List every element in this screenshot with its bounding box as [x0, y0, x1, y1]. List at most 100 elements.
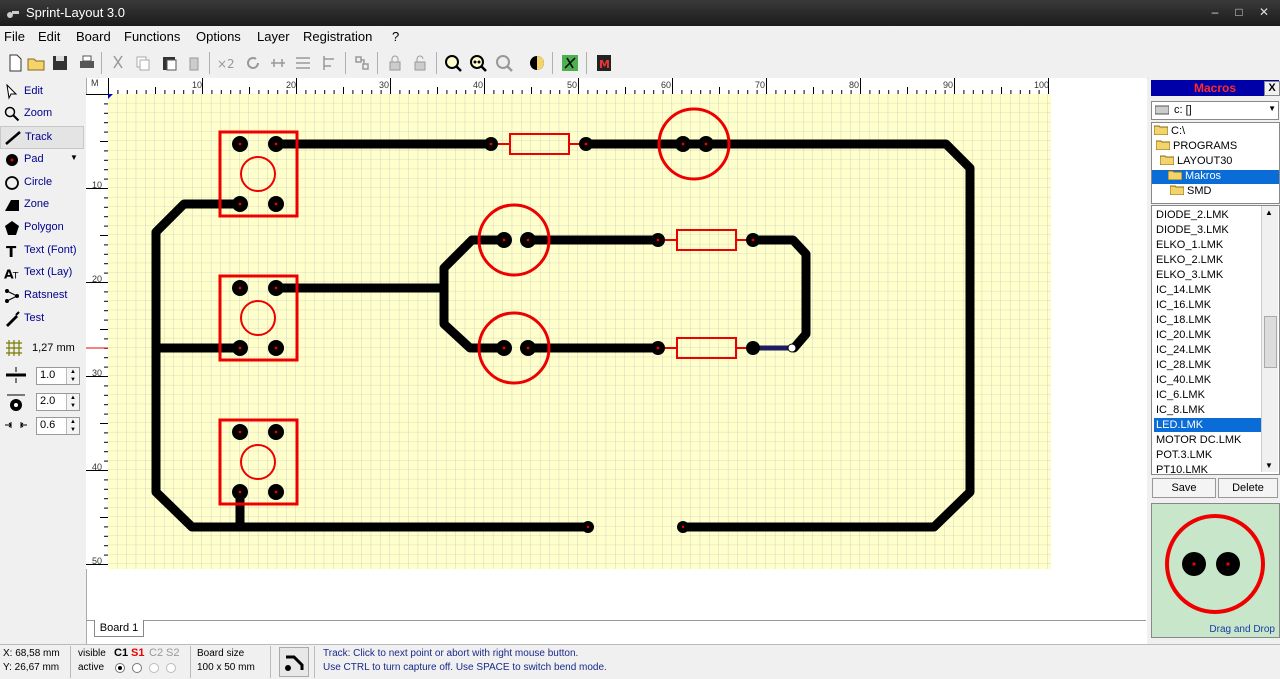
tool-ratsnest[interactable]: Ratsnest — [0, 285, 82, 306]
tool-edit[interactable]: Edit — [0, 81, 82, 102]
pad-size-spinner[interactable]: 2.0 ▲ ▼ — [36, 393, 80, 411]
grid-size-label[interactable]: 1,27 mm — [32, 342, 75, 354]
pad-dropdown-icon[interactable]: ▼ — [70, 153, 78, 162]
layer-c2-toggle[interactable]: C2 — [149, 647, 163, 659]
menu-board[interactable]: Board — [76, 29, 111, 44]
tool-text-font[interactable]: T Text (Font) — [0, 240, 82, 261]
tool-zone[interactable]: Zone — [0, 194, 82, 215]
group-icon[interactable] — [352, 53, 372, 73]
macro-file-item[interactable]: IC_16.LMK — [1154, 298, 1261, 312]
macro-file-item[interactable]: IC_24.LMK — [1154, 343, 1261, 357]
macro-file-item[interactable]: IC_40.LMK — [1154, 373, 1261, 387]
cut-icon[interactable] — [108, 53, 128, 73]
tool-track[interactable]: Track — [0, 126, 84, 149]
lock-icon[interactable] — [385, 53, 405, 73]
track-mode-button[interactable] — [279, 647, 309, 677]
tool-polygon[interactable]: Polygon — [0, 217, 82, 238]
drc-check-icon[interactable] — [560, 53, 580, 73]
folder-item[interactable]: SMD — [1170, 185, 1211, 199]
folder-item[interactable]: LAYOUT30 — [1160, 155, 1232, 169]
layer-view-icon[interactable] — [527, 53, 547, 73]
folder-item[interactable]: PROGRAMS — [1156, 140, 1237, 154]
tool-test[interactable]: Test — [0, 308, 82, 329]
drive-select[interactable]: c: [] ▼ — [1151, 101, 1279, 120]
pcb-board[interactable] — [108, 94, 1051, 569]
maximize-icon[interactable]: □ — [1228, 4, 1250, 20]
delete-macro-button[interactable]: Delete — [1218, 478, 1278, 498]
layer-s2-toggle[interactable]: S2 — [166, 647, 179, 659]
scroll-up-icon[interactable]: ▲ — [1265, 208, 1273, 217]
spinner-arrows-icon[interactable]: ▲ ▼ — [66, 368, 79, 384]
scroll-down-icon[interactable]: ▼ — [1265, 461, 1273, 470]
layer-s1-toggle[interactable]: S1 — [131, 647, 144, 659]
pcb-drawing[interactable] — [108, 94, 1051, 569]
mirror-vertical-icon[interactable] — [293, 53, 313, 73]
canvas-bottom-divider — [86, 620, 1146, 621]
macro-file-item[interactable]: DIODE_3.LMK — [1154, 223, 1261, 237]
menu-file[interactable]: File — [4, 29, 25, 44]
save-macro-button[interactable]: Save — [1152, 478, 1216, 498]
open-folder-icon[interactable] — [26, 53, 46, 73]
menu-layer[interactable]: Layer — [257, 29, 290, 44]
scroll-thumb[interactable] — [1264, 316, 1277, 368]
menu-edit[interactable]: Edit — [38, 29, 60, 44]
macro-file-item[interactable]: IC_18.LMK — [1154, 313, 1261, 327]
macro-preview[interactable]: Drag and Drop — [1151, 503, 1280, 638]
menu-options[interactable]: Options — [196, 29, 241, 44]
tool-text-lay[interactable]: AT Text (Lay) — [0, 262, 82, 283]
dropdown-arrow-icon[interactable]: ▼ — [1268, 104, 1276, 113]
file-list-scrollbar[interactable]: ▲ ▼ — [1261, 206, 1278, 472]
paste-icon[interactable] — [159, 53, 179, 73]
grid-icon[interactable] — [5, 339, 23, 357]
macro-file-item[interactable]: ELKO_1.LMK — [1154, 238, 1261, 252]
spinner-arrows-icon[interactable]: ▲ ▼ — [66, 394, 79, 410]
zoom-previous-icon[interactable] — [494, 53, 514, 73]
tool-pad[interactable]: Pad ▼ — [0, 149, 82, 170]
menu-bar: File Edit Board Functions Options Layer … — [0, 26, 1280, 48]
macro-library-icon[interactable]: M — [594, 53, 614, 73]
layer-c1-toggle[interactable]: C1 — [114, 647, 128, 659]
macro-file-item[interactable]: PT10.LMK — [1154, 463, 1261, 474]
close-icon[interactable]: ✕ — [1253, 4, 1275, 20]
copy-icon[interactable] — [133, 53, 153, 73]
folder-item-selected[interactable]: Makros — [1152, 170, 1279, 184]
macro-file-item[interactable]: IC_28.LMK — [1154, 358, 1261, 372]
macro-file-item[interactable]: IC_8.LMK — [1154, 403, 1261, 417]
minimize-icon[interactable]: – — [1204, 4, 1226, 20]
rotate-icon[interactable] — [243, 53, 263, 73]
print-icon[interactable] — [77, 53, 97, 73]
macro-file-item[interactable]: DIODE_2.LMK — [1154, 208, 1261, 222]
menu-functions[interactable]: Functions — [124, 29, 180, 44]
board-tab[interactable]: Board 1 — [94, 620, 144, 637]
macro-file-item[interactable]: MOTOR DC.LMK — [1154, 433, 1261, 447]
align-icon[interactable] — [320, 53, 340, 73]
new-file-icon[interactable] — [5, 53, 25, 73]
clearance-spinner[interactable]: 0.6 ▲ ▼ — [36, 417, 80, 435]
folder-item[interactable]: C:\ — [1154, 125, 1185, 139]
macro-file-item[interactable]: IC_6.LMK — [1154, 388, 1261, 402]
tool-circle[interactable]: Circle — [0, 172, 82, 193]
menu-help[interactable]: ? — [392, 29, 399, 44]
tool-pad-label: Pad — [24, 153, 44, 165]
macro-file-item[interactable]: IC_20.LMK — [1154, 328, 1261, 342]
save-disk-icon[interactable] — [50, 53, 70, 73]
macro-file-item[interactable]: IC_14.LMK — [1154, 283, 1261, 297]
macro-file-item[interactable]: ELKO_2.LMK — [1154, 253, 1261, 267]
mirror-horizontal-icon[interactable] — [268, 53, 288, 73]
delete-trash-icon[interactable] — [184, 53, 204, 73]
macro-file-item-selected[interactable]: LED.LMK — [1154, 418, 1261, 432]
zoom-objects-icon[interactable] — [468, 53, 488, 73]
zoom-board-icon[interactable] — [443, 53, 463, 73]
track-width-spinner[interactable]: 1.0 ▲ ▼ — [36, 367, 80, 385]
unlock-icon[interactable] — [410, 53, 430, 73]
folder-open-icon — [1154, 125, 1168, 135]
active-layer-radios[interactable] — [114, 662, 184, 674]
close-icon[interactable]: X — [1264, 81, 1280, 96]
duplicate-x2-icon[interactable]: ×2 — [216, 53, 236, 73]
macro-file-item[interactable]: POT.3.LMK — [1154, 448, 1261, 462]
tool-zoom[interactable]: Zoom — [0, 103, 82, 124]
spinner-arrows-icon[interactable]: ▲ ▼ — [66, 418, 79, 434]
macro-file-item[interactable]: ELKO_3.LMK — [1154, 268, 1261, 282]
menu-registration[interactable]: Registration — [303, 29, 372, 44]
folder-label: C:\ — [1171, 125, 1186, 137]
